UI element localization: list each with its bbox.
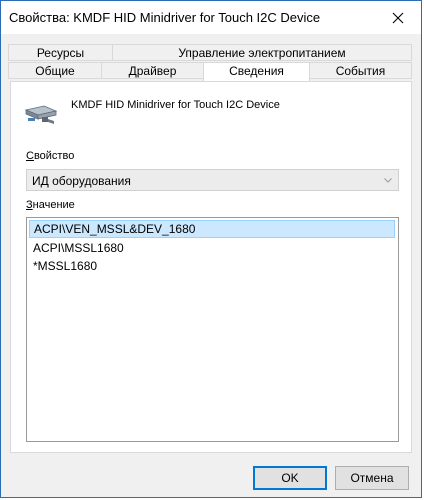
- property-dropdown-value: ИД оборудования: [32, 174, 131, 188]
- chevron-down-icon: [384, 178, 392, 183]
- tab-general[interactable]: Общие: [8, 62, 102, 79]
- tab-label: События: [335, 64, 386, 78]
- list-item[interactable]: *MSSL1680: [29, 257, 395, 275]
- tab-label: Управление электропитанием: [178, 46, 346, 60]
- tab-power-management[interactable]: Управление электропитанием: [112, 44, 412, 61]
- tab-label: Драйвер: [128, 64, 177, 78]
- ok-button[interactable]: OK: [253, 466, 327, 490]
- value-listbox[interactable]: ACPI\VEN_MSSL&DEV_1680 ACPI\MSSL1680 *MS…: [26, 217, 399, 442]
- list-item[interactable]: ACPI\MSSL1680: [29, 239, 395, 257]
- tab-details[interactable]: Сведения: [203, 62, 310, 81]
- property-label-text: войство: [33, 150, 75, 162]
- tab-events[interactable]: События: [309, 62, 412, 79]
- properties-dialog: Свойства: KMDF HID Minidriver for Touch …: [0, 0, 422, 498]
- tab-driver[interactable]: Драйвер: [101, 62, 204, 79]
- value-label-text: начение: [32, 199, 75, 211]
- close-icon: [392, 12, 404, 23]
- close-button[interactable]: [375, 1, 421, 34]
- tab-label: Общие: [35, 64, 75, 78]
- tab-label: Ресурсы: [36, 46, 85, 60]
- list-item[interactable]: ACPI\VEN_MSSL&DEV_1680: [29, 220, 395, 238]
- hid-device-icon: [24, 105, 58, 124]
- property-label: Свойство: [26, 150, 75, 162]
- cancel-button[interactable]: Отмена: [335, 466, 409, 490]
- tab-strip: Ресурсы Управление электропитанием Общие…: [1, 34, 421, 84]
- device-name: KMDF HID Minidriver for Touch I2C Device: [71, 99, 280, 111]
- window-title: Свойства: KMDF HID Minidriver for Touch …: [9, 10, 321, 25]
- details-pane: KMDF HID Minidriver for Touch I2C Device…: [10, 81, 412, 453]
- value-label: Значение: [26, 199, 75, 211]
- property-dropdown[interactable]: ИД оборудования: [26, 169, 399, 191]
- tab-resources[interactable]: Ресурсы: [8, 44, 113, 61]
- title-bar: Свойства: KMDF HID Minidriver for Touch …: [1, 1, 421, 34]
- tab-label: Сведения: [229, 64, 284, 78]
